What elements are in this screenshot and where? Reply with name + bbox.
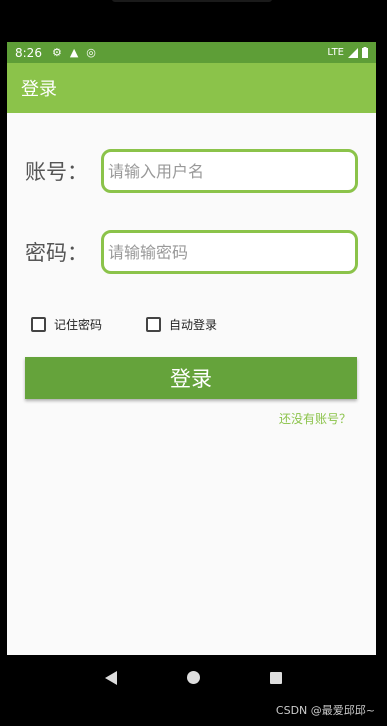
password-label: 密码： <box>25 241 88 265</box>
remember-password-checkbox[interactable]: 记住密码 <box>31 316 102 333</box>
recents-icon[interactable] <box>270 671 282 684</box>
auto-login-label: 自动登录 <box>169 318 218 332</box>
device-frame: 8:26 ⚙ ▲ ◎ LTE 登录 账号： 密码： 记住密码 <box>0 0 387 726</box>
app-bar: 登录 <box>7 63 376 113</box>
sync-icon: ◎ <box>86 46 96 59</box>
system-nav-bar <box>0 655 387 700</box>
account-row: 账号： <box>7 149 376 193</box>
back-icon[interactable] <box>105 670 117 685</box>
login-button[interactable]: 登录 <box>25 357 357 399</box>
signal-icon <box>348 47 358 58</box>
no-account-link[interactable]: 还没有账号？ <box>279 410 351 427</box>
checkbox-icon[interactable] <box>31 317 46 332</box>
a-icon: ▲ <box>69 46 79 59</box>
app-screen: 8:26 ⚙ ▲ ◎ LTE 登录 账号： 密码： 记住密码 <box>7 42 376 655</box>
gear-icon: ⚙ <box>51 46 62 59</box>
camera-notch <box>112 0 272 2</box>
password-row: 密码： <box>7 230 376 274</box>
auto-login-checkbox[interactable]: 自动登录 <box>146 316 217 333</box>
battery-icon <box>362 47 368 58</box>
options-row: 记住密码 自动登录 <box>31 316 261 333</box>
remember-password-label: 记住密码 <box>54 318 103 332</box>
home-icon[interactable] <box>187 671 200 684</box>
network-label: LTE <box>327 47 344 58</box>
watermark: CSDN @最爱邱邱~ <box>275 704 375 717</box>
account-label: 账号： <box>25 160 88 184</box>
username-input[interactable] <box>101 149 358 193</box>
app-title: 登录 <box>21 79 57 100</box>
checkbox-icon[interactable] <box>146 317 162 332</box>
password-input[interactable] <box>101 230 358 274</box>
status-right: LTE <box>327 47 368 58</box>
status-bar: 8:26 ⚙ ▲ ◎ LTE <box>7 42 376 63</box>
status-time: 8:26 <box>15 45 42 60</box>
